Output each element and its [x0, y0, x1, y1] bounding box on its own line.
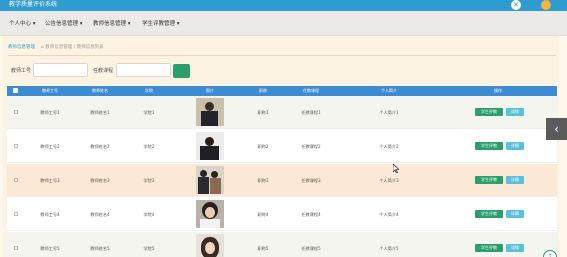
cell-course: 任教课程5	[301, 246, 321, 251]
search-label-course: 任教课程	[93, 68, 114, 74]
teacher-photo	[196, 200, 224, 228]
table-row: 教师工号4 教师姓名4 学院4 职称4 任教课程4 个人简介4 学生评教 详情	[7, 198, 557, 231]
mouse-cursor-icon	[393, 164, 399, 173]
close-icon[interactable]: ✕	[511, 0, 521, 10]
chevron-down-icon: ▾	[78, 21, 83, 27]
cell-teacher-name: 教师姓名5	[90, 246, 110, 251]
table-row: 教师工号5 教师姓名5 学院5 职称5 任教课程5 个人简介5 学生评教 详情	[7, 232, 557, 257]
breadcrumb-path: 教师信息管理 / 教师信息列表	[45, 45, 104, 50]
detail-button[interactable]: 详情	[506, 210, 524, 218]
evaluate-button[interactable]: 学生评教	[475, 142, 503, 150]
detail-button[interactable]: 详情	[506, 176, 524, 184]
evaluate-button[interactable]: 学生评教	[475, 244, 503, 252]
cell-intro: 个人简介4	[379, 212, 399, 217]
breadcrumb-home[interactable]: 教师信息管理	[8, 45, 35, 50]
header-teacher-name: 教师姓名	[92, 88, 108, 93]
table-header: 教师工号 教师姓名 学院 照片 职称 任教课程 个人简介 操作	[7, 86, 557, 96]
cell-teacher-name: 教师姓名1	[90, 110, 110, 115]
cell-intro: 个人简介2	[379, 144, 399, 149]
top-nav: 个人中心 ▾ 公告信息管理 ▾ 教师信息管理 ▾ 学生评教管理 ▾	[0, 11, 567, 36]
home-icon: ⌂	[36, 45, 46, 50]
cell-teacher-name: 教师姓名2	[90, 144, 110, 149]
divider	[8, 55, 556, 56]
evaluate-button[interactable]: 学生评教	[475, 108, 503, 116]
cell-teacher-id: 教师工号1	[40, 110, 60, 115]
detail-button[interactable]: 详情	[506, 244, 524, 252]
cell-college: 学院5	[143, 246, 155, 251]
search-label-id: 教师工号	[11, 68, 32, 74]
table-row: 教师工号2 教师姓名2 学院2 职称2 任教课程2 个人简介2 学生评教 详情	[7, 130, 557, 163]
cell-title: 职称3	[257, 178, 269, 183]
nav-personal-center[interactable]: 个人中心 ▾	[9, 19, 36, 27]
cell-college: 学院3	[143, 178, 155, 183]
cell-course: 任教课程4	[301, 212, 321, 217]
cell-teacher-name: 教师姓名4	[90, 212, 110, 217]
search-button[interactable]	[173, 64, 190, 78]
cell-title: 职称4	[257, 212, 269, 217]
teacher-photo	[196, 166, 224, 194]
app-header: 教学质量评价系统 ✕	[0, 0, 567, 11]
select-all-checkbox[interactable]	[13, 88, 18, 93]
cell-intro: 个人简介1	[379, 110, 399, 115]
cell-teacher-id: 教师工号2	[40, 144, 60, 149]
header-actions: 操作	[494, 88, 502, 93]
detail-button[interactable]: 详情	[506, 142, 524, 150]
avatar-icon[interactable]	[541, 0, 551, 10]
evaluate-button[interactable]: 学生评教	[475, 210, 503, 218]
cell-intro: 个人简介3	[379, 178, 399, 183]
row-checkbox[interactable]	[14, 212, 18, 216]
cell-course: 任教课程1	[301, 110, 321, 115]
table-row: 教师工号3 教师姓名3 学院3 职称3 任教课程3 个人简介3 学生评教 详情	[7, 164, 557, 197]
header-course: 任教课程	[303, 88, 319, 93]
nav-notice-management[interactable]: 公告信息管理 ▾	[45, 19, 83, 27]
cell-teacher-name: 教师姓名3	[90, 178, 110, 183]
cell-intro: 个人简介5	[379, 246, 399, 251]
cell-teacher-id: 教师工号5	[40, 246, 60, 251]
header-college: 学院	[145, 88, 153, 93]
teacher-photo	[196, 98, 224, 126]
teacher-photo	[196, 132, 224, 160]
cell-college: 学院1	[143, 110, 155, 115]
header-teacher-id: 教师工号	[42, 88, 58, 93]
teacher-table: 教师工号 教师姓名 学院 照片 职称 任教课程 个人简介 操作 教师工号1 教师…	[7, 86, 557, 257]
cell-teacher-id: 教师工号4	[40, 212, 60, 217]
app-title: 教学质量评价系统	[9, 1, 58, 8]
header-intro: 个人简介	[381, 88, 397, 93]
nav-evaluation-management[interactable]: 学生评教管理 ▾	[142, 19, 180, 27]
cell-title: 职称1	[257, 110, 269, 115]
teacher-id-input[interactable]	[33, 63, 88, 77]
breadcrumb: 教师信息管理 ⌂ 教师信息管理 / 教师信息列表	[8, 44, 104, 52]
course-input[interactable]	[116, 63, 171, 77]
row-checkbox[interactable]	[14, 144, 18, 148]
cell-college: 学院2	[143, 144, 155, 149]
chevron-down-icon: ▾	[31, 21, 36, 27]
teacher-photo	[196, 234, 224, 257]
nav-teacher-management[interactable]: 教师信息管理 ▾	[93, 19, 131, 27]
row-checkbox[interactable]	[14, 246, 18, 250]
cell-title: 职称2	[257, 144, 269, 149]
row-checkbox[interactable]	[14, 178, 18, 182]
chevron-down-icon: ▾	[175, 21, 180, 27]
cell-course: 任教课程3	[301, 178, 321, 183]
table-row: 教师工号1 教师姓名1 学院1 职称1 任教课程1 个人简介1 学生评教 详情	[7, 96, 557, 129]
header-photo: 照片	[206, 88, 214, 93]
evaluate-button[interactable]: 学生评教	[475, 176, 503, 184]
cell-course: 任教课程2	[301, 144, 321, 149]
chevron-down-icon: ▾	[126, 21, 131, 27]
cell-teacher-id: 教师工号3	[40, 178, 60, 183]
cell-title: 职称5	[257, 246, 269, 251]
row-checkbox[interactable]	[14, 110, 18, 114]
header-title: 职称	[259, 88, 267, 93]
chevron-left-icon[interactable]: ‹	[546, 118, 567, 140]
detail-button[interactable]: 详情	[506, 108, 524, 116]
arrow-up-icon[interactable]: ↑	[543, 250, 557, 257]
cell-college: 学院4	[143, 212, 155, 217]
